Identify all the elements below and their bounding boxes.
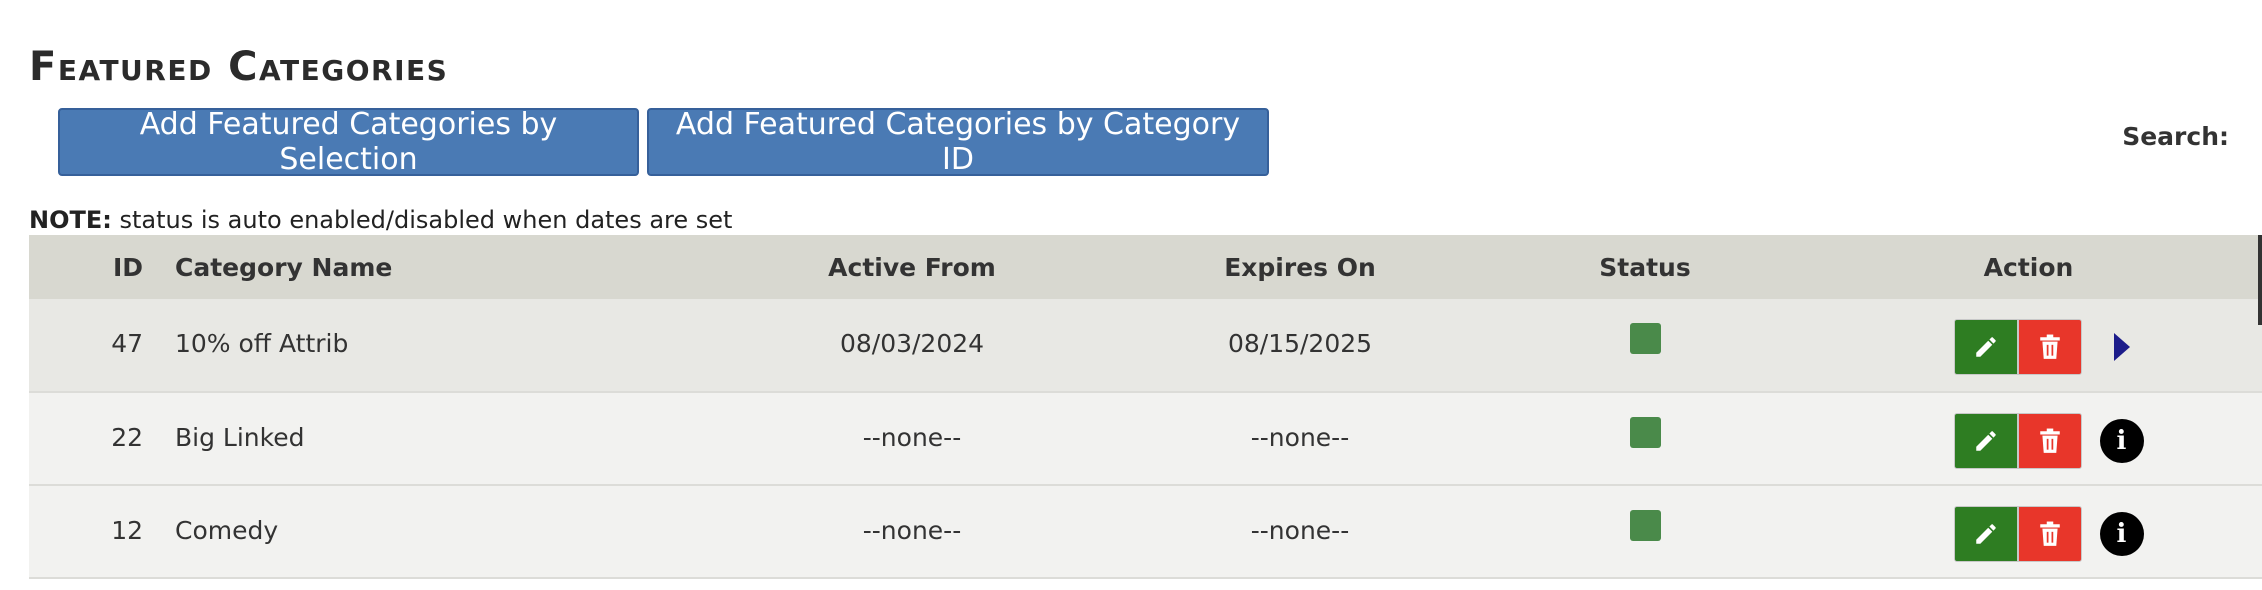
cell-expires-on: --none--: [1250, 423, 1350, 452]
column-header-expires-on[interactable]: Expires On: [1105, 235, 1495, 299]
info-icon[interactable]: i: [2099, 512, 2144, 556]
delete-button[interactable]: [2017, 319, 2082, 375]
trash-icon: [2039, 521, 2060, 546]
table-row[interactable]: 12 Comedy --none-- --none-- i: [29, 485, 2262, 578]
cell-id: 22: [111, 423, 143, 452]
pencil-icon: [1975, 524, 1996, 544]
table-header-row: ID Category Name Active From Expires On …: [29, 235, 2262, 299]
pencil-icon: [1975, 431, 1996, 451]
search-label: Search:: [2122, 122, 2229, 151]
featured-categories-table: ID Category Name Active From Expires On …: [29, 235, 2262, 579]
cell-expires-on: 08/15/2025: [1227, 329, 1373, 358]
cell-active-from: --none--: [862, 423, 962, 452]
status-toggle[interactable]: [1629, 417, 1661, 448]
cell-status: [1495, 392, 1795, 485]
trash-icon: [2039, 428, 2060, 453]
status-toggle[interactable]: [1629, 323, 1661, 354]
info-icon[interactable]: i: [2099, 419, 2144, 463]
cell-active-from: --none--: [862, 516, 962, 545]
cell-expires-on: --none--: [1250, 516, 1350, 545]
delete-button[interactable]: [2017, 413, 2082, 469]
add-by-selection-button[interactable]: Add Featured Categories by Selection: [58, 107, 639, 177]
cell-action: i: [1795, 392, 2262, 485]
cell-status: [1495, 485, 1795, 578]
edit-button[interactable]: [1953, 413, 2018, 469]
action-group: i: [1953, 413, 2144, 469]
cell-active-from: 08/03/2024: [839, 329, 985, 358]
cell-category-name: Comedy: [175, 516, 279, 545]
column-header-action: Action: [1983, 252, 2074, 282]
pencil-icon: [1975, 337, 1996, 357]
cell-id: 12: [111, 516, 143, 545]
cell-id: 47: [111, 329, 143, 358]
status-note: NOTE: status is auto enabled/disabled wh…: [29, 206, 732, 234]
cell-category-name: 10% off Attrib: [175, 329, 349, 358]
delete-button[interactable]: [2017, 506, 2082, 562]
caret-right-icon[interactable]: [2100, 325, 2144, 369]
page-title: Featured Categories: [29, 44, 449, 90]
cell-category-name: Big Linked: [175, 423, 305, 452]
scrollbar[interactable]: [2258, 235, 2262, 325]
status-toggle[interactable]: [1629, 510, 1661, 541]
cell-status: [1495, 299, 1795, 392]
table-row[interactable]: 47 10% off Attrib 08/03/2024 08/15/2025: [29, 299, 2262, 392]
column-header-status[interactable]: Status: [1495, 235, 1795, 299]
column-header-category-name[interactable]: Category Name: [159, 235, 719, 299]
column-header-active-from[interactable]: Active From: [719, 235, 1105, 299]
note-text: status is auto enabled/disabled when dat…: [119, 206, 733, 234]
table-row[interactable]: 22 Big Linked --none-- --none-- i: [29, 392, 2262, 485]
cell-action: [1795, 299, 2262, 392]
column-header-id[interactable]: ID: [29, 235, 159, 299]
edit-button[interactable]: [1953, 319, 2018, 375]
action-group: [1953, 319, 2144, 375]
cell-action: i: [1795, 485, 2262, 578]
add-by-category-id-button[interactable]: Add Featured Categories by Category ID: [647, 107, 1269, 177]
action-group: i: [1953, 506, 2144, 562]
edit-button[interactable]: [1953, 506, 2018, 562]
trash-icon: [2039, 334, 2060, 359]
note-prefix: NOTE:: [29, 206, 112, 234]
toolbar: Add Featured Categories by Selection Add…: [58, 107, 1269, 177]
